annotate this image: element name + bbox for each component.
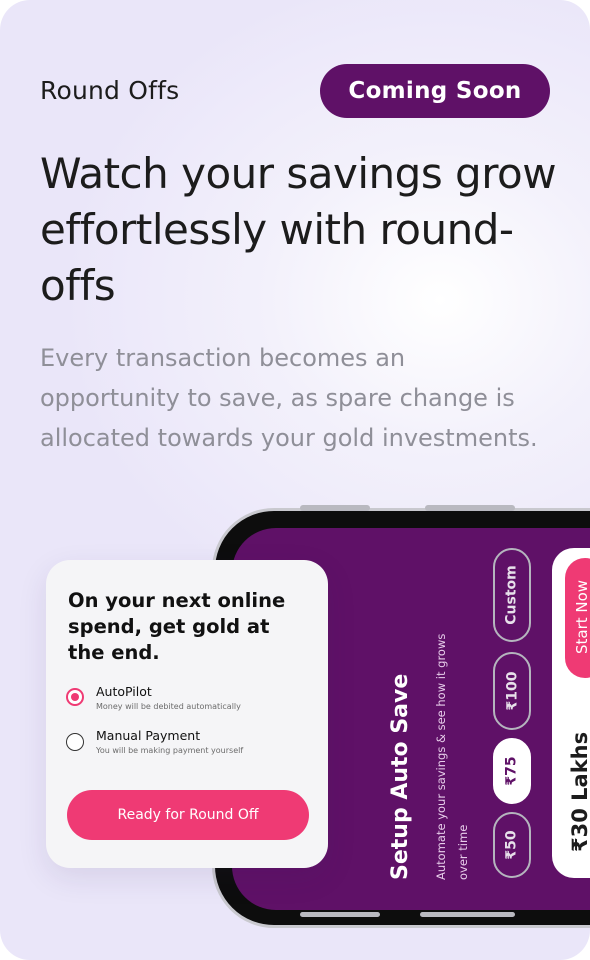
phone-side-button xyxy=(300,505,370,511)
round-offs-card: Round Offs Coming Soon Watch your saving… xyxy=(0,0,590,960)
savings-projection: ₹30 Lakhs xyxy=(568,731,590,852)
amount-chip-label: ₹50 xyxy=(503,830,520,860)
section-label: Round Offs xyxy=(40,76,180,105)
start-now-label: Start Now xyxy=(573,579,590,654)
amount-chip-label: Custom xyxy=(504,565,521,625)
autopilot-sublabel: Money will be debited automatically xyxy=(96,702,241,711)
amount-chip-50[interactable]: ₹50 xyxy=(493,812,531,878)
description: Every transaction becomes an opportunity… xyxy=(40,344,538,452)
coming-soon-badge: Coming Soon xyxy=(320,64,550,118)
manual-payment-label: Manual Payment xyxy=(96,728,201,743)
popup-title: On your next online spend, get gold at t… xyxy=(68,589,286,664)
setup-auto-save-title: Setup Auto Save xyxy=(388,673,413,880)
phone-side-button xyxy=(425,505,515,511)
phone-side-button xyxy=(420,912,515,917)
ready-for-round-off-button[interactable]: Ready for Round Off xyxy=(67,790,309,840)
autopilot-radio[interactable] xyxy=(66,688,84,706)
manual-payment-sublabel: You will be making payment yourself xyxy=(96,746,244,755)
manual-payment-radio[interactable] xyxy=(66,733,84,751)
amount-chip-label: ₹75 xyxy=(503,756,520,786)
amount-chip-label: ₹100 xyxy=(504,671,520,711)
amount-chip-custom[interactable]: Custom xyxy=(493,548,531,642)
amount-chip-75[interactable]: ₹75 xyxy=(493,738,531,804)
amount-chip-100[interactable]: ₹100 xyxy=(493,652,531,730)
headline: Watch your savings grow effortlessly wit… xyxy=(40,149,557,310)
autopilot-label: AutoPilot xyxy=(96,684,152,699)
setup-auto-save-subtitle: Automate your savings & see how it grows… xyxy=(434,633,470,880)
phone-side-button xyxy=(300,912,380,917)
